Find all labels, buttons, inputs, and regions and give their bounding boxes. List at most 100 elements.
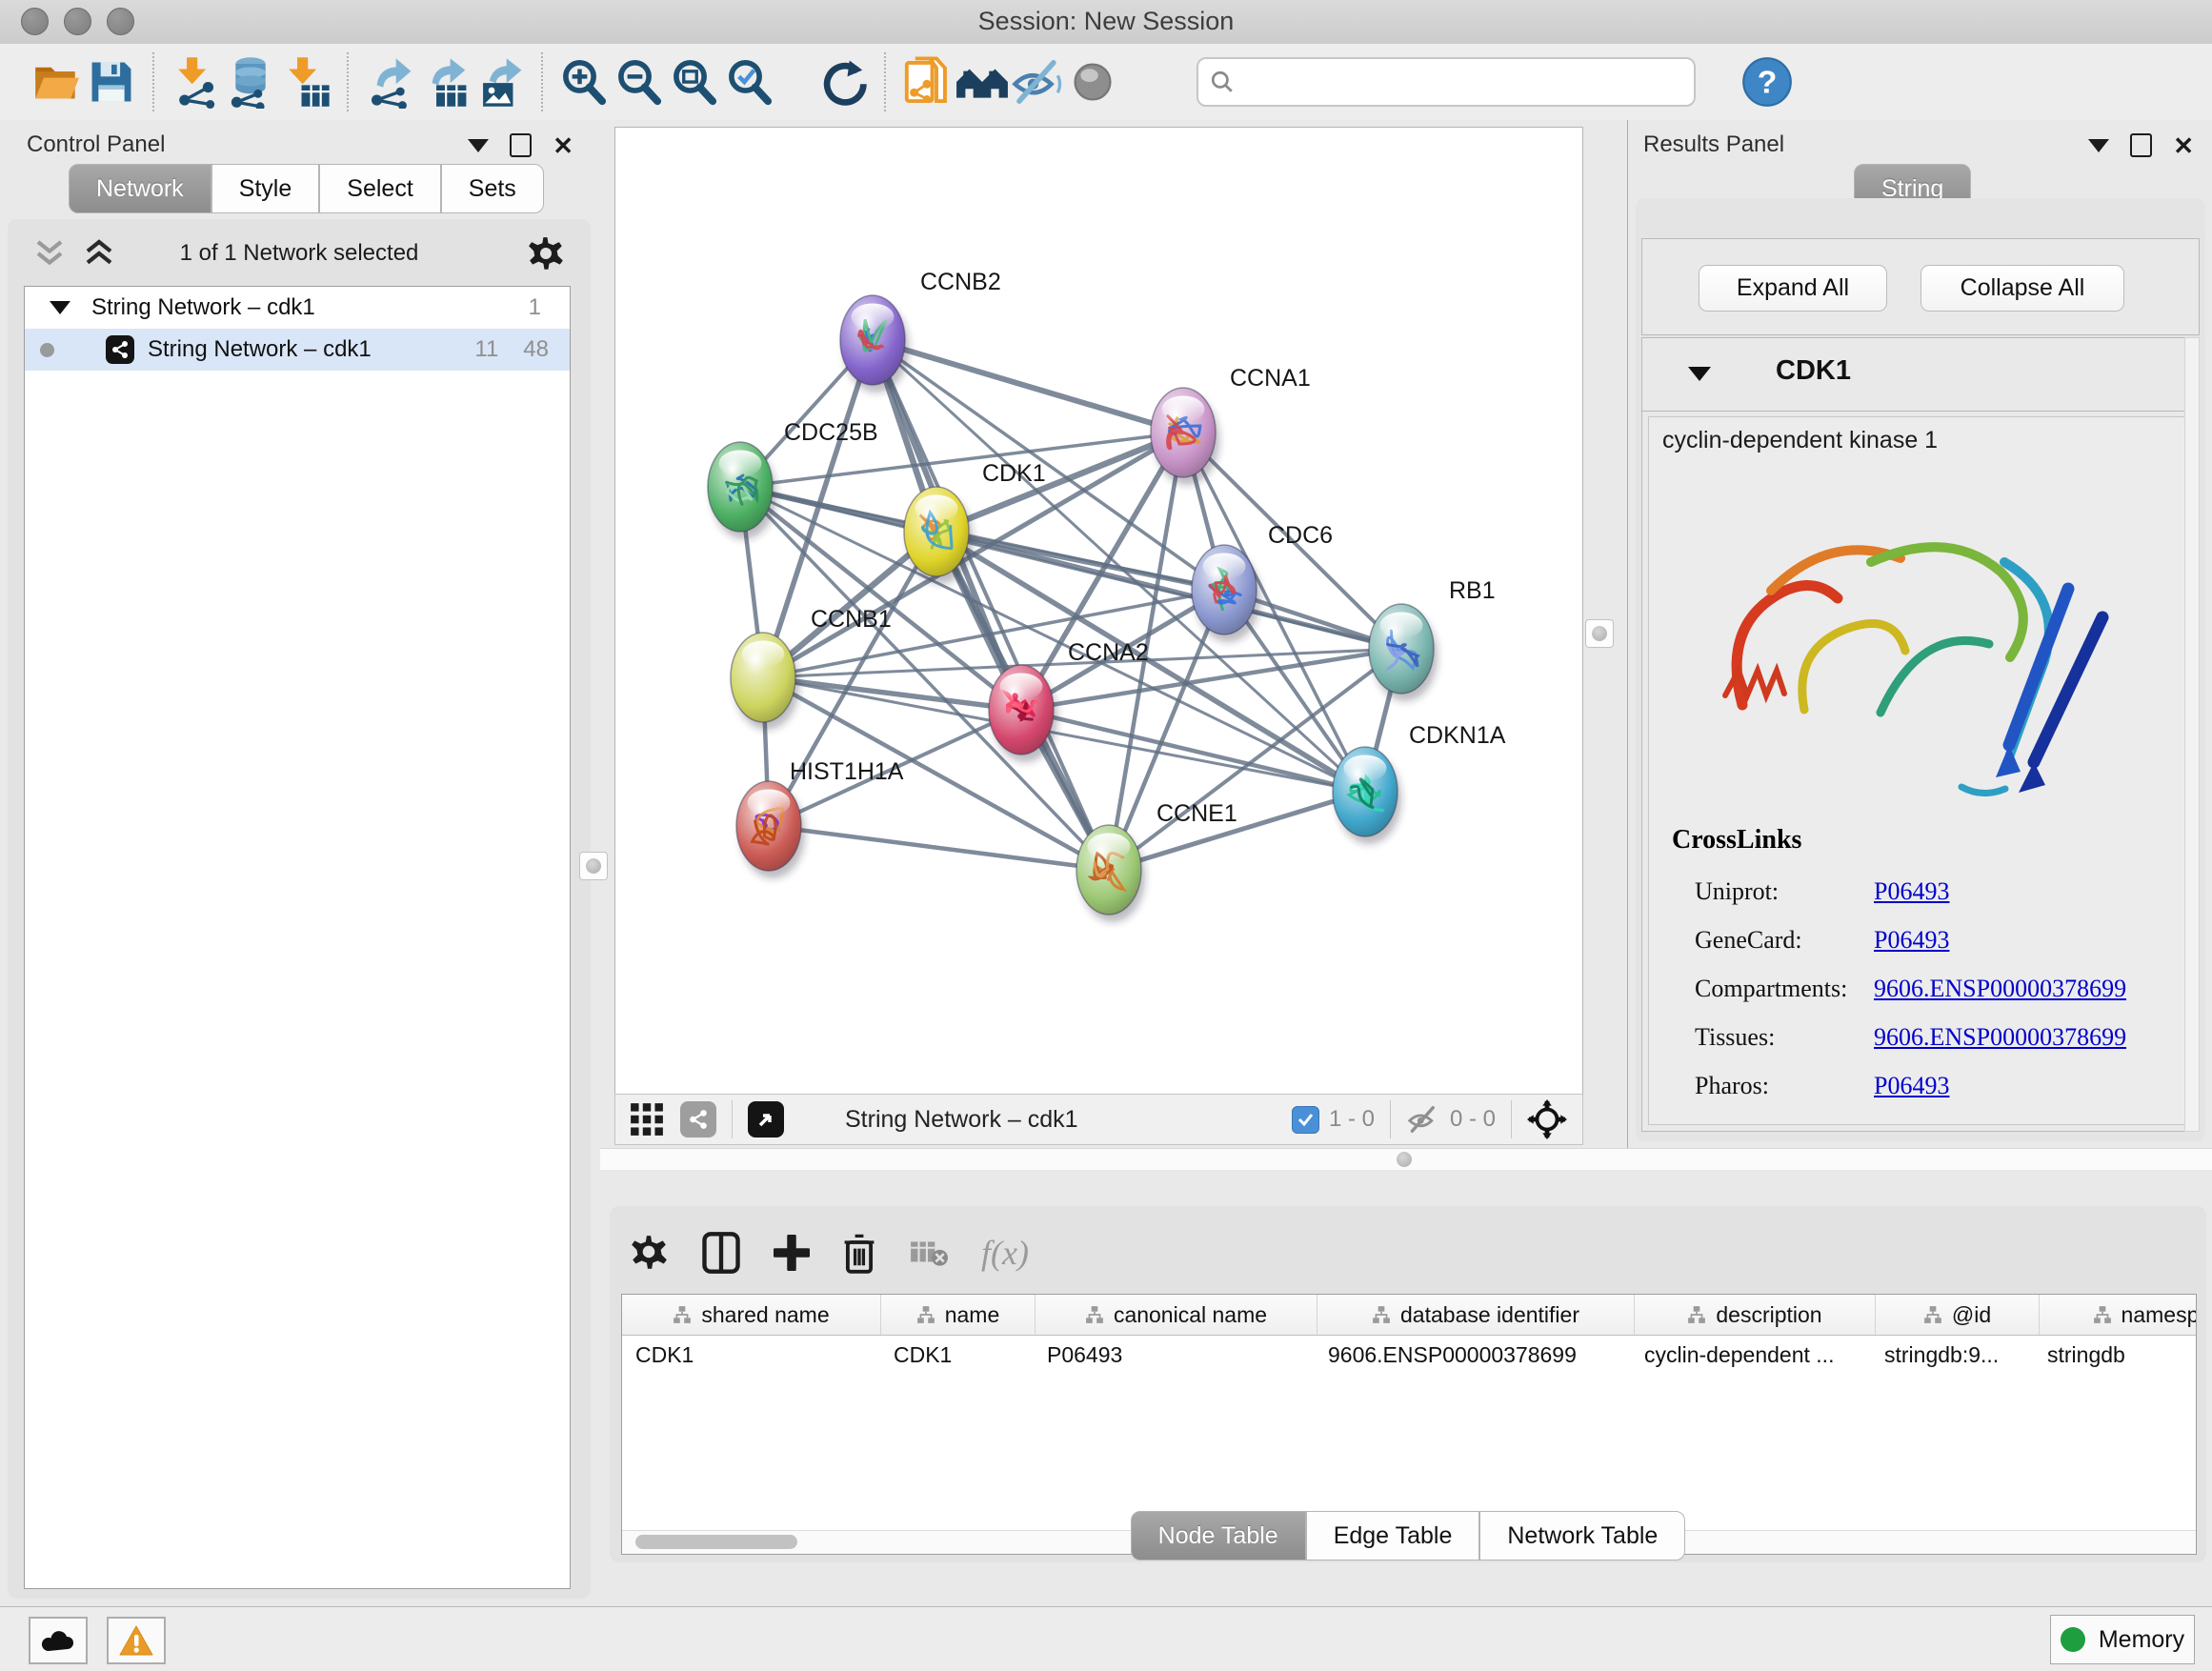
refresh-button[interactable] bbox=[815, 51, 871, 112]
results-panel-close-icon[interactable]: ✕ bbox=[2173, 136, 2194, 155]
export-image-button[interactable] bbox=[473, 51, 528, 112]
control-panel-close-icon[interactable]: ✕ bbox=[553, 136, 573, 155]
crosslink-link[interactable]: P06493 bbox=[1874, 1072, 1949, 1100]
main-toolbar: ? bbox=[0, 44, 2212, 121]
tab-sets[interactable]: Sets bbox=[441, 164, 544, 213]
crosslink-link[interactable]: 9606.ENSP00000378699 bbox=[1874, 1023, 2126, 1052]
warnings-button[interactable] bbox=[107, 1617, 166, 1664]
column-header-description[interactable]: description bbox=[1635, 1295, 1876, 1335]
birds-eye-view-icon[interactable] bbox=[629, 1101, 665, 1137]
home-button[interactable] bbox=[955, 51, 1010, 112]
results-panel-float-icon[interactable] bbox=[2130, 133, 2152, 157]
zoom-in-button[interactable] bbox=[556, 51, 612, 112]
selected-checkbox-icon[interactable] bbox=[1292, 1106, 1319, 1134]
select-columns-icon[interactable] bbox=[701, 1231, 741, 1275]
search-input[interactable] bbox=[1235, 68, 1682, 96]
expand-all-button[interactable]: Expand All bbox=[1699, 265, 1887, 312]
search-field[interactable] bbox=[1196, 57, 1696, 107]
import-table-button[interactable] bbox=[278, 51, 333, 112]
node-CDKN1A[interactable]: CDKN1A bbox=[1333, 722, 1506, 844]
collapse-all-button[interactable]: Collapse All bbox=[1920, 265, 2124, 312]
edge-CCNB2-CCNE1[interactable] bbox=[873, 340, 1109, 870]
tab-style[interactable]: Style bbox=[211, 164, 320, 213]
import-network-button[interactable] bbox=[168, 51, 223, 112]
column-header-database-identifier[interactable]: database identifier bbox=[1317, 1295, 1635, 1335]
column-header-namespace[interactable]: namespace bbox=[2040, 1295, 2197, 1335]
node-CCNA1[interactable]: CCNA1 bbox=[1151, 365, 1311, 485]
results-panel-menu-icon[interactable] bbox=[2088, 139, 2109, 152]
fit-content-button[interactable] bbox=[667, 51, 722, 112]
help-button[interactable]: ? bbox=[1739, 51, 1795, 112]
tab-node-table[interactable]: Node Table bbox=[1131, 1511, 1306, 1560]
table-cell: 9606.ENSP00000378699 bbox=[1315, 1342, 1631, 1368]
crosslinks-list: Uniprot:P06493GeneCard:P06493Compartment… bbox=[1649, 867, 2192, 1110]
memory-button[interactable]: Memory bbox=[2050, 1615, 2195, 1664]
graphics-details-button[interactable] bbox=[1065, 51, 1120, 112]
network-options-gear-icon[interactable] bbox=[526, 234, 564, 272]
node-HIST1H1A[interactable]: HIST1H1A bbox=[736, 758, 904, 878]
entry-collapse-icon[interactable] bbox=[1688, 367, 1711, 381]
open-in-browser-button[interactable] bbox=[899, 51, 955, 112]
control-panel-menu-icon[interactable] bbox=[468, 139, 489, 152]
network-row-selected[interactable]: String Network – cdk1 11 48 bbox=[25, 329, 570, 371]
hidden-eye-slash-icon[interactable] bbox=[1406, 1105, 1440, 1134]
edge-HIST1H1A-CCNE1[interactable] bbox=[769, 826, 1109, 870]
export-network-button[interactable] bbox=[362, 51, 417, 112]
column-header-shared-name[interactable]: shared name bbox=[622, 1295, 881, 1335]
share-view-icon[interactable] bbox=[680, 1101, 716, 1137]
table-row[interactable]: CDK1CDK1P064939606.ENSP00000378699cyclin… bbox=[622, 1336, 2196, 1374]
left-splitter-handle[interactable] bbox=[579, 852, 608, 880]
network-canvas[interactable]: CCNB2CCNA1CDC25BCDK1CDC6RB1CCNB1CCNA2CDK… bbox=[614, 127, 1583, 1096]
node-entry-panel: CDK1 cyclin-dependent kinase 1 bbox=[1641, 337, 2200, 1132]
right-splitter-handle[interactable] bbox=[1585, 619, 1614, 648]
crosslink-link[interactable]: P06493 bbox=[1874, 926, 1949, 955]
splitter-handle-icon[interactable] bbox=[1397, 1152, 1412, 1167]
table-type-tabs: Node TableEdge TableNetwork Table bbox=[610, 1511, 2206, 1560]
export-table-button[interactable] bbox=[417, 51, 473, 112]
crosslink-link[interactable]: P06493 bbox=[1874, 877, 1949, 906]
column-header-id[interactable]: @id bbox=[1876, 1295, 2040, 1335]
collection-expand-icon[interactable] bbox=[50, 301, 70, 314]
zoom-selected-button[interactable] bbox=[722, 51, 777, 112]
crosslink-link[interactable]: 9606.ENSP00000378699 bbox=[1874, 975, 2126, 1003]
tab-network-table[interactable]: Network Table bbox=[1479, 1511, 1685, 1560]
tab-network[interactable]: Network bbox=[69, 164, 211, 213]
column-header-name[interactable]: name bbox=[881, 1295, 1036, 1335]
node-CCNE1[interactable]: CCNE1 bbox=[1076, 800, 1237, 922]
delete-table-icon[interactable] bbox=[909, 1238, 949, 1268]
table-cell: stringdb bbox=[2034, 1342, 2197, 1368]
crosslink-row: Uniprot:P06493 bbox=[1649, 867, 2192, 916]
table-options-gear-icon[interactable] bbox=[629, 1233, 669, 1273]
edge-CCNB1-CCNA2[interactable] bbox=[763, 677, 1021, 710]
delete-column-trash-icon[interactable] bbox=[842, 1232, 876, 1274]
horizontal-splitter[interactable] bbox=[600, 1148, 2212, 1172]
warning-icon bbox=[118, 1624, 154, 1657]
database-icon bbox=[224, 55, 277, 109]
column-header-canonical-name[interactable]: canonical name bbox=[1036, 1295, 1317, 1335]
create-column-plus-icon[interactable] bbox=[774, 1235, 810, 1271]
open-session-button[interactable] bbox=[29, 51, 84, 112]
node-RB1[interactable]: RB1 bbox=[1369, 577, 1496, 701]
tab-select[interactable]: Select bbox=[319, 164, 440, 213]
crosslink-label: Uniprot: bbox=[1695, 877, 1874, 906]
crosslink-row: Pharos:P06493 bbox=[1649, 1061, 2192, 1110]
control-panel-tabs: NetworkStyleSelectSets bbox=[69, 164, 544, 213]
zoom-out-button[interactable] bbox=[612, 51, 667, 112]
tab-edge-table[interactable]: Edge Table bbox=[1306, 1511, 1480, 1560]
hide-selected-button[interactable] bbox=[1010, 51, 1065, 112]
edge-CCNB2-CCNA1[interactable] bbox=[873, 340, 1183, 433]
zoom-out-icon bbox=[613, 56, 665, 108]
results-scrollbar[interactable] bbox=[2184, 337, 2200, 1132]
function-builder-icon[interactable]: f(x) bbox=[981, 1233, 1029, 1273]
fit-selected-crosshair-icon[interactable] bbox=[1527, 1099, 1567, 1139]
crosslink-label: Pharos: bbox=[1695, 1072, 1874, 1100]
control-panel-float-icon[interactable] bbox=[510, 133, 532, 157]
node-label-CDKN1A: CDKN1A bbox=[1409, 722, 1506, 749]
save-session-button[interactable] bbox=[84, 51, 139, 112]
edge-CCNA2-CDKN1A[interactable] bbox=[1021, 710, 1365, 792]
import-network-from-database-button[interactable] bbox=[223, 51, 278, 112]
string-network-graph[interactable]: CCNB2CCNA1CDC25BCDK1CDC6RB1CCNB1CCNA2CDK… bbox=[615, 128, 1582, 1095]
open-view-icon[interactable] bbox=[748, 1101, 784, 1137]
network-collection-row[interactable]: String Network – cdk1 1 bbox=[25, 287, 570, 329]
cloud-status-button[interactable] bbox=[29, 1617, 88, 1664]
